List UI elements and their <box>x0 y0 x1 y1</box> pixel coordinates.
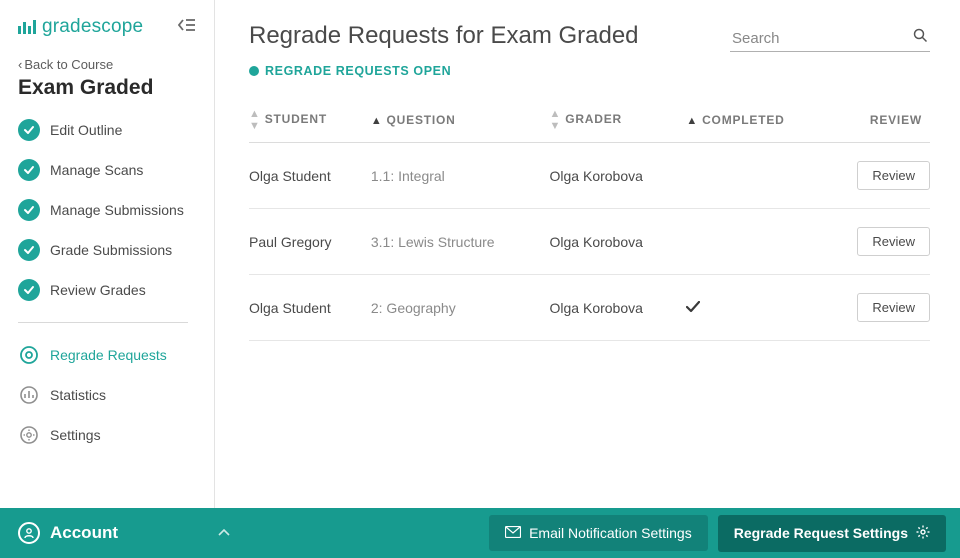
cell-grader: Olga Korobova <box>550 275 687 341</box>
nav-label: Statistics <box>50 387 106 403</box>
col-completed[interactable]: ▲COMPLETED <box>686 98 830 143</box>
regrade-icon <box>18 344 40 366</box>
sidebar-item-settings[interactable]: Settings <box>18 415 196 455</box>
envelope-icon <box>505 525 521 541</box>
check-circle-icon <box>18 239 40 261</box>
cell-student: Olga Student <box>249 275 371 341</box>
sort-asc-icon: ▲ <box>371 115 383 127</box>
cell-completed <box>686 143 830 209</box>
search-icon[interactable] <box>913 28 928 48</box>
page-title: Regrade Requests for Exam Graded <box>249 22 639 50</box>
email-btn-label: Email Notification Settings <box>529 525 692 541</box>
nav-label: Edit Outline <box>50 122 122 138</box>
nav-label: Manage Submissions <box>50 202 184 218</box>
check-circle-icon <box>18 159 40 181</box>
email-notification-settings-button[interactable]: Email Notification Settings <box>489 515 708 551</box>
col-grader[interactable]: ▲▼GRADER <box>550 98 687 143</box>
col-student[interactable]: ▲▼STUDENT <box>249 98 371 143</box>
regrade-request-settings-button[interactable]: Regrade Request Settings <box>718 515 946 552</box>
sort-asc-icon: ▲ <box>686 115 698 127</box>
sidebar-item-grade-submissions[interactable]: Grade Submissions <box>18 230 196 270</box>
stats-icon <box>18 384 40 406</box>
cell-completed <box>686 275 830 341</box>
check-icon <box>686 300 700 316</box>
sidebar-item-edit-outline[interactable]: Edit Outline <box>18 110 196 150</box>
bottom-bar: Account Email Notification Settings Regr… <box>0 508 960 558</box>
sidebar-page-title: Exam Graded <box>18 76 196 100</box>
main-content: Regrade Requests for Exam Graded REGRADE… <box>215 0 960 508</box>
regrade-status: REGRADE REQUESTS OPEN <box>249 64 930 78</box>
cell-question: 1.1: Integral <box>371 143 550 209</box>
cell-student: Paul Gregory <box>249 209 371 275</box>
nav-secondary: Regrade Requests Statistics Settings <box>18 335 196 455</box>
account-label: Account <box>50 523 118 543</box>
search-wrap <box>730 26 930 52</box>
table-row: Paul Gregory3.1: Lewis StructureOlga Kor… <box>249 209 930 275</box>
logo-text[interactable]: gradescope <box>42 16 143 38</box>
cell-student: Olga Student <box>249 143 371 209</box>
user-icon <box>18 522 40 544</box>
back-to-course-link[interactable]: ‹ Back to Course <box>18 57 113 72</box>
cell-grader: Olga Korobova <box>550 209 687 275</box>
col-review: REVIEW <box>830 98 930 143</box>
sidebar-item-review-grades[interactable]: Review Grades <box>18 270 196 310</box>
nav-label: Review Grades <box>50 282 146 298</box>
cell-question: 3.1: Lewis Structure <box>371 209 550 275</box>
table-row: Olga Student2: GeographyOlga Korobova Rev… <box>249 275 930 341</box>
cell-review: Review <box>830 143 930 209</box>
settings-btn-label: Regrade Request Settings <box>734 525 908 541</box>
cell-review: Review <box>830 209 930 275</box>
chevron-up-icon <box>218 524 230 542</box>
nav-label: Settings <box>50 427 101 443</box>
check-circle-icon <box>18 119 40 141</box>
status-text: REGRADE REQUESTS OPEN <box>265 64 451 78</box>
sidebar-item-manage-scans[interactable]: Manage Scans <box>18 150 196 190</box>
col-question[interactable]: ▲QUESTION <box>371 98 550 143</box>
sidebar-item-statistics[interactable]: Statistics <box>18 375 196 415</box>
review-button[interactable]: Review <box>857 161 930 190</box>
nav-primary: Edit Outline Manage Scans Manage Submissio… <box>18 110 196 310</box>
regrade-table: ▲▼STUDENT ▲QUESTION ▲▼GRADER ▲COMPLETED … <box>249 98 930 341</box>
review-button[interactable]: Review <box>857 227 930 256</box>
sort-icon: ▲▼ <box>550 108 562 132</box>
chevron-left-icon: ‹ <box>18 57 22 72</box>
sidebar: gradescope ‹ Back to Course Exam Graded … <box>0 0 215 508</box>
sidebar-collapse-button[interactable] <box>178 18 196 37</box>
nav-divider <box>18 322 188 323</box>
nav-label: Grade Submissions <box>50 242 172 258</box>
gear-icon <box>18 424 40 446</box>
table-row: Olga Student1.1: IntegralOlga Korobova Re… <box>249 143 930 209</box>
status-dot-icon <box>249 66 259 76</box>
cell-grader: Olga Korobova <box>550 143 687 209</box>
sidebar-item-regrade-requests[interactable]: Regrade Requests <box>18 335 196 375</box>
cell-review: Review <box>830 275 930 341</box>
check-circle-icon <box>18 199 40 221</box>
logo-bars-icon <box>18 20 36 34</box>
cell-question: 2: Geography <box>371 275 550 341</box>
cell-completed <box>686 209 830 275</box>
back-label: Back to Course <box>24 57 113 72</box>
review-button[interactable]: Review <box>857 293 930 322</box>
check-circle-icon <box>18 279 40 301</box>
gear-icon <box>916 525 930 542</box>
sort-icon: ▲▼ <box>249 108 261 132</box>
search-input[interactable] <box>730 26 930 52</box>
sidebar-item-manage-submissions[interactable]: Manage Submissions <box>18 190 196 230</box>
nav-label: Manage Scans <box>50 162 143 178</box>
nav-label: Regrade Requests <box>50 347 167 363</box>
account-menu[interactable]: Account <box>18 522 230 544</box>
